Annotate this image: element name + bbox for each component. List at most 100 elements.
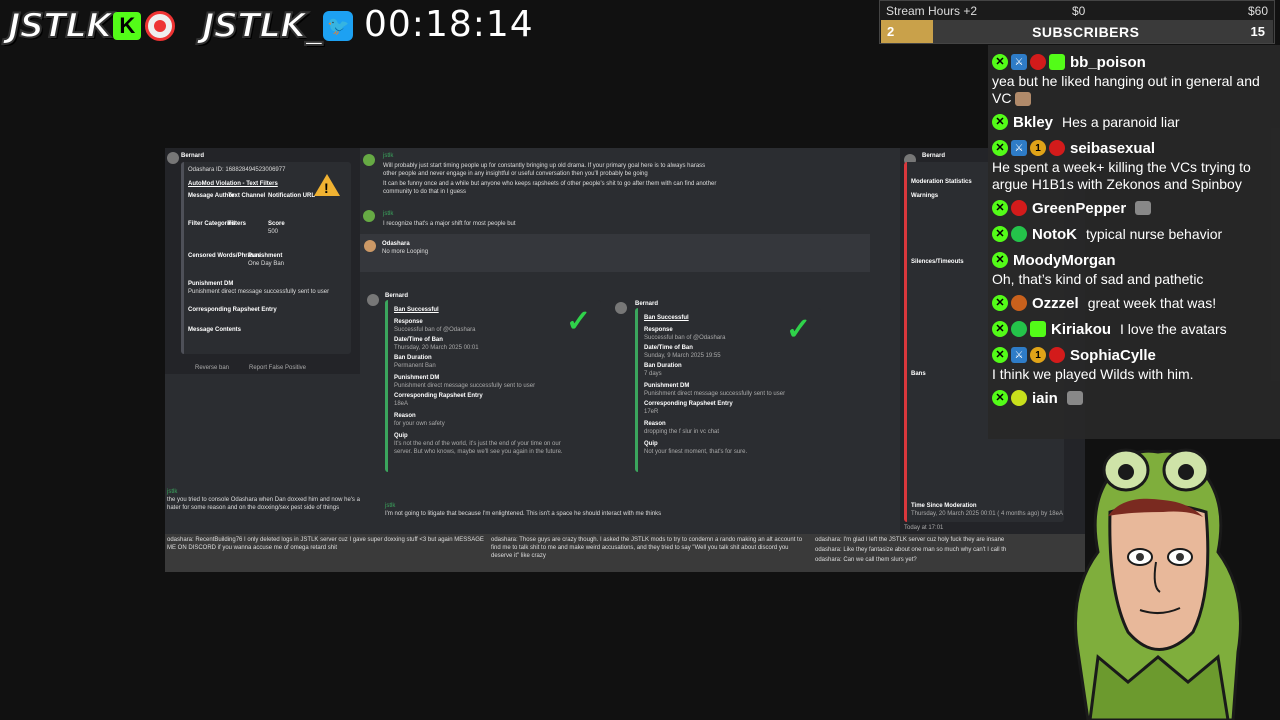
ban-embed-1: Ban Successful ✓ Response Successful ban… [385, 300, 601, 472]
mod-icon: ✕ [992, 321, 1008, 337]
chat-text: Oh, that’s kind of sad and pathetic [992, 271, 1204, 287]
gift-icon [1049, 54, 1065, 70]
ban2-response-label: Response [644, 327, 673, 333]
automod-id: Odashara ID: 168828494523006977 [188, 167, 286, 173]
red-badge-icon [1011, 200, 1027, 216]
ban1-quip: It's not the end of the world, it's just… [394, 441, 563, 455]
emote-icon [1066, 391, 1083, 405]
chat-username[interactable]: bb_poison [1070, 54, 1146, 71]
kick-branding: JSTLK K [7, 5, 176, 47]
automod-author: Bernard [181, 153, 205, 159]
mod-icon: ✕ [992, 114, 1008, 130]
stats-section: Warnings [911, 193, 939, 199]
message-line: No more Looping [382, 249, 429, 255]
message-author: jstlk [383, 153, 394, 159]
mod-icon: ✕ [992, 295, 1008, 311]
red-badge-icon [1030, 54, 1046, 70]
ban1-rap-label: Corresponding Rapsheet Entry [394, 393, 483, 399]
chat-message: ✕ iain [988, 385, 1280, 411]
chat-message: ✕ ⚔ 1 seibasexual He spent a week+ killi… [988, 135, 1280, 195]
chat-username[interactable]: NotoK [1032, 226, 1077, 243]
chat-text: Hes a paranoid liar [1062, 113, 1180, 130]
highlighted-message: Odashara No more Looping [360, 234, 870, 272]
time-since-value: Thursday, 20 March 2025 00:01 ( 4 months… [911, 511, 1063, 517]
bot-author: Bernard [635, 301, 659, 307]
red-badge-icon [1049, 140, 1065, 156]
field-rapsheet: Corresponding Rapsheet Entry [188, 307, 277, 313]
goal-count: 2 [887, 24, 895, 39]
log-line: odashara: RecentBuilding76 I only delete… [167, 537, 484, 551]
report-false-positive-button[interactable]: Report False Positive [249, 364, 306, 372]
chat-text: I think we played Wilds with him. [992, 366, 1194, 382]
message-line: other people and never engage in any ins… [383, 171, 648, 177]
streamer-avatar [1074, 448, 1242, 720]
chat-username[interactable]: Kiriakou [1051, 321, 1111, 338]
bot-author: Bernard [922, 153, 946, 159]
message-line: I recognize that's a major shift for mos… [383, 221, 516, 227]
goal-end: $60 [1247, 3, 1268, 18]
message-author: jstlk [167, 489, 178, 495]
log-line: odashara: Like they fantasize about one … [815, 547, 1007, 553]
chat-message: ✕ ⚔ bb_poison yea but he liked hanging o… [988, 49, 1280, 109]
mod-icon: ✕ [992, 252, 1008, 268]
field-dm: Punishment DM [188, 281, 234, 287]
checkmark-icon: ✓ [566, 305, 592, 338]
user-avatar [363, 154, 375, 166]
bot-author: Bernard [385, 293, 409, 299]
mod-icon: ✕ [992, 347, 1008, 363]
chat-message: ✕ MoodyMorgan Oh, that’s kind of sad and… [988, 247, 1280, 290]
message-line: It can be funny once and a while but any… [383, 181, 717, 187]
kick-icon: K [113, 12, 142, 40]
chat-message: ✕ NotoK typical nurse behavior [988, 221, 1280, 247]
green-badge-icon [1011, 226, 1027, 242]
ban1-title: Ban Successful [394, 307, 439, 313]
chat-username[interactable]: GreenPepper [1032, 200, 1126, 217]
screen-share: Bernard Odashara ID: 168828494523006977 … [165, 148, 1085, 572]
chat-message: ✕ Bkley Hes a paranoid liar [988, 109, 1280, 135]
chat-username[interactable]: Ozzzel [1032, 295, 1079, 312]
message-line: Will probably just start timing people u… [383, 163, 706, 169]
message-author: jstlk [385, 503, 396, 509]
message-line: community to do that in I guess [383, 189, 467, 195]
ban2-reason-label: Reason [644, 421, 666, 427]
green-badge-icon [1011, 321, 1027, 337]
chat-username[interactable]: Bkley [1013, 114, 1053, 131]
chat-text: yea but he liked hanging out in general … [992, 73, 1260, 106]
ban2-dm-label: Punishment DM [644, 383, 690, 389]
chat-username[interactable]: iain [1032, 390, 1058, 407]
chat-username[interactable]: MoodyMorgan [1013, 252, 1116, 269]
chat-text: He spent a week+ killing the VCs trying … [992, 159, 1251, 192]
message-line: the you tried to console Odashara when D… [167, 497, 360, 511]
stats-section: Silences/Timeouts [911, 259, 964, 265]
emote-icon [1015, 92, 1032, 107]
mod-icon: ✕ [992, 390, 1008, 406]
orange-badge-icon [1011, 295, 1027, 311]
ban1-quip-label: Quip [394, 433, 408, 439]
ban2-rap-label: Corresponding Rapsheet Entry [644, 401, 733, 407]
sword-icon: ⚔ [1011, 347, 1027, 363]
emote-icon [1135, 201, 1152, 215]
ban2-rap: 17eR [644, 409, 659, 415]
automod-title: AutoMod Violation - Text Filters [188, 181, 278, 187]
ban2-reason: dropping the f slur in vc chat [644, 429, 720, 435]
ban1-date: Thursday, 20 March 2025 00:01 [394, 345, 479, 351]
gift-icon [1030, 321, 1046, 337]
ban-embed-2: Ban Successful ✓ Response Successful ban… [635, 308, 821, 472]
log-line: odashara: Can we call them slurs yet? [815, 557, 917, 563]
reverse-ban-button[interactable]: Reverse ban [195, 364, 229, 372]
automod-panel: Bernard Odashara ID: 168828494523006977 … [165, 148, 360, 374]
subscriber-goal: Stream Hours +2 $0 $60 2 SUBSCRIBERS 15 [879, 0, 1275, 44]
chat-text: typical nurse behavior [1086, 225, 1223, 242]
stats-section: Time Since Moderation [911, 503, 977, 509]
chat-username[interactable]: SophiaCylle [1070, 347, 1156, 364]
chat-message: ✕ ⚔ 1 SophiaCylle I think we played Wild… [988, 342, 1280, 385]
field-punishment: Punishment [248, 253, 283, 259]
mod-icon: ✕ [992, 54, 1008, 70]
ban2-date: Sunday, 9 March 2025 19:55 [644, 353, 721, 359]
chat-username[interactable]: seibasexual [1070, 140, 1155, 157]
ban1-dm-label: Punishment DM [394, 375, 440, 381]
stats-section: Bans [911, 371, 926, 377]
mod-icon: ✕ [992, 140, 1008, 156]
ban1-duration-label: Ban Duration [394, 355, 432, 361]
message-line: I'm not going to litigate that because I… [385, 511, 662, 517]
